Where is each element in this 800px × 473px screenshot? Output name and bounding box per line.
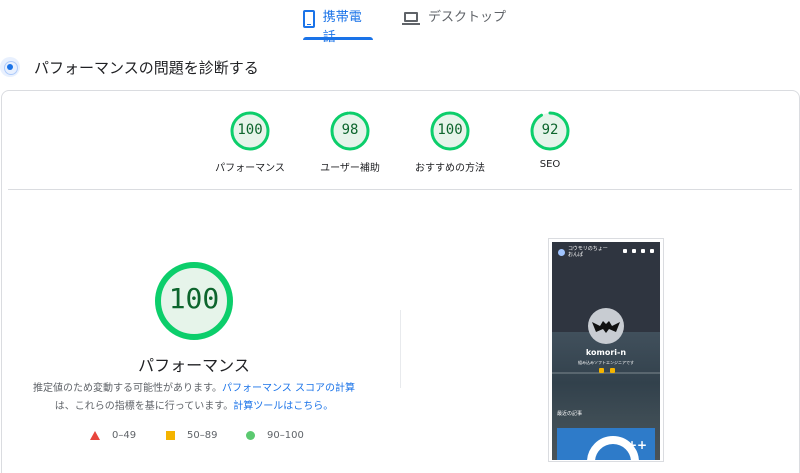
- nav-icons: [623, 249, 654, 253]
- recent-posts-heading: 最近の記事: [557, 411, 583, 417]
- vertical-divider: [400, 310, 401, 388]
- cpp-logo-text: ++: [627, 438, 648, 452]
- post-thumbnail: ++: [557, 428, 655, 460]
- gauge-label: おすすめの方法: [415, 163, 485, 174]
- gauge-performance[interactable]: 100 パフォーマンス: [200, 110, 300, 174]
- tab-desktop[interactable]: デスクトップ: [402, 8, 512, 40]
- gauge-score: 98: [341, 122, 359, 138]
- site-logo-icon: [558, 248, 565, 256]
- profile-name: komori-n: [585, 348, 627, 357]
- gauge-seo[interactable]: 92 SEO: [500, 110, 600, 170]
- avatar: [588, 308, 624, 344]
- gauge-label: パフォーマンス: [215, 163, 285, 174]
- linkedin-icon: [610, 368, 615, 373]
- legend-pass-label: 90–100: [267, 430, 304, 441]
- tab-desktop-label: デスクトップ: [428, 10, 507, 25]
- legend-average: 50–89: [166, 430, 217, 441]
- laptop-icon: [402, 12, 420, 26]
- legend-pass: 90–100: [246, 430, 304, 441]
- bat-icon: [592, 321, 620, 333]
- score-gauges: 100 パフォーマンス 98 ユーザー補助 100 おすすめの方法 92 SEO: [0, 110, 800, 180]
- gauge-score: 100: [437, 122, 463, 138]
- big-gauge-label: パフォーマンス: [138, 356, 250, 375]
- tab-mobile[interactable]: 携帯電話: [303, 8, 373, 45]
- desc-text: 推定値のため変動する可能性があります。: [33, 383, 222, 394]
- social-links: [599, 368, 615, 373]
- desc-text: は、これらの指標を基に行っています。: [54, 401, 234, 412]
- legend-fail: 0–49: [90, 430, 136, 441]
- calculator-link[interactable]: 計算ツールはこちら。: [233, 401, 333, 412]
- legend-fail-label: 0–49: [112, 430, 137, 441]
- settings-icon: [641, 249, 645, 253]
- gauge-best-practices[interactable]: 100 おすすめの方法: [400, 110, 500, 174]
- screenshot-content: コウモリのちょーおんぱ komori-n 組み込みソフトエンジニアです 最近の記…: [552, 242, 660, 460]
- section-title: パフォーマンスの問題を診断する: [34, 58, 259, 77]
- gauge-score: 100: [237, 122, 263, 138]
- score-description: 推定値のため変動する可能性があります。パフォーマンス スコアの計算 は、これらの…: [20, 380, 368, 416]
- phone-icon: [303, 10, 315, 28]
- final-screenshot[interactable]: コウモリのちょーおんぱ komori-n 組み込みソフトエンジニアです 最近の記…: [548, 238, 664, 462]
- site-title: コウモリのちょーおんぱ: [568, 246, 608, 258]
- gauge-label: ユーザー補助: [320, 163, 380, 174]
- profile-subtitle: 組み込みソフトエンジニアです: [578, 360, 634, 365]
- section-header: パフォーマンスの問題を診断する: [0, 56, 259, 78]
- screenshot-nav: コウモリのちょーおんぱ: [552, 242, 660, 262]
- score-calc-link[interactable]: パフォーマンス スコアの計算: [222, 383, 355, 394]
- more-icon: [650, 249, 654, 253]
- tab-mobile-label: 携帯電話: [322, 10, 362, 45]
- menu-icon: [623, 249, 627, 253]
- device-tabs: 携帯電話 デスクトップ: [0, 0, 800, 45]
- gauge-label: SEO: [539, 159, 561, 170]
- gauge-accessibility[interactable]: 98 ユーザー補助: [300, 110, 400, 174]
- github-icon: [599, 368, 604, 373]
- legend-average-label: 50–89: [187, 430, 218, 441]
- triangle-icon: [90, 431, 100, 440]
- square-icon: [166, 431, 175, 440]
- big-gauge-score: 100: [168, 282, 220, 315]
- divider: [8, 189, 792, 190]
- lighthouse-icon: [0, 57, 20, 77]
- circle-icon: [246, 431, 255, 440]
- search-icon: [632, 249, 636, 253]
- gauge-score: 92: [541, 122, 559, 138]
